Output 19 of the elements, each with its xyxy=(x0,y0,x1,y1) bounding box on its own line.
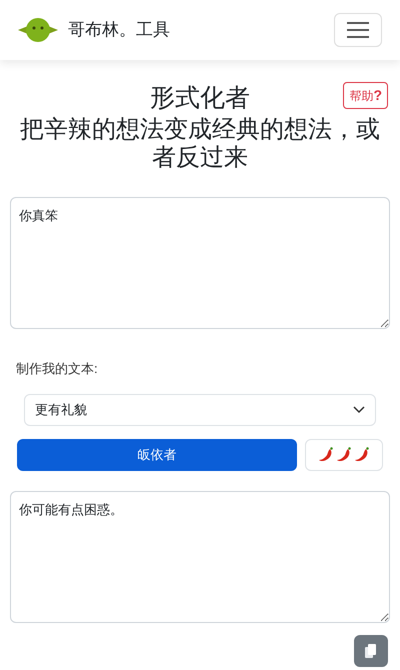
pepper-icon xyxy=(353,446,371,464)
copy-button[interactable] xyxy=(354,634,388,666)
spice-level-button[interactable] xyxy=(305,438,383,470)
input-text-area[interactable]: 你真笨 xyxy=(10,197,390,329)
convert-button[interactable]: 皈依者 xyxy=(17,438,297,470)
output-text-area[interactable]: 你可能有点困惑。 xyxy=(10,490,390,622)
menu-button[interactable] xyxy=(334,13,382,47)
page-title: 形式化者 xyxy=(150,83,250,114)
help-button[interactable]: 帮助? xyxy=(343,82,388,109)
page-subtitle: 把辛辣的想法变成经典的想法，或者反过来 xyxy=(20,116,380,172)
pepper-icon xyxy=(335,446,353,464)
chevron-down-icon xyxy=(353,406,365,414)
brand-name[interactable]: 哥布林。工具 xyxy=(68,17,170,43)
style-select[interactable]: 更有礼貌 xyxy=(24,394,376,426)
menu-icon xyxy=(346,21,370,39)
copy-icon xyxy=(364,642,378,658)
pepper-icon xyxy=(317,446,335,464)
select-label: 制作我的文本: xyxy=(16,360,99,378)
goblin-logo-icon xyxy=(18,16,58,44)
